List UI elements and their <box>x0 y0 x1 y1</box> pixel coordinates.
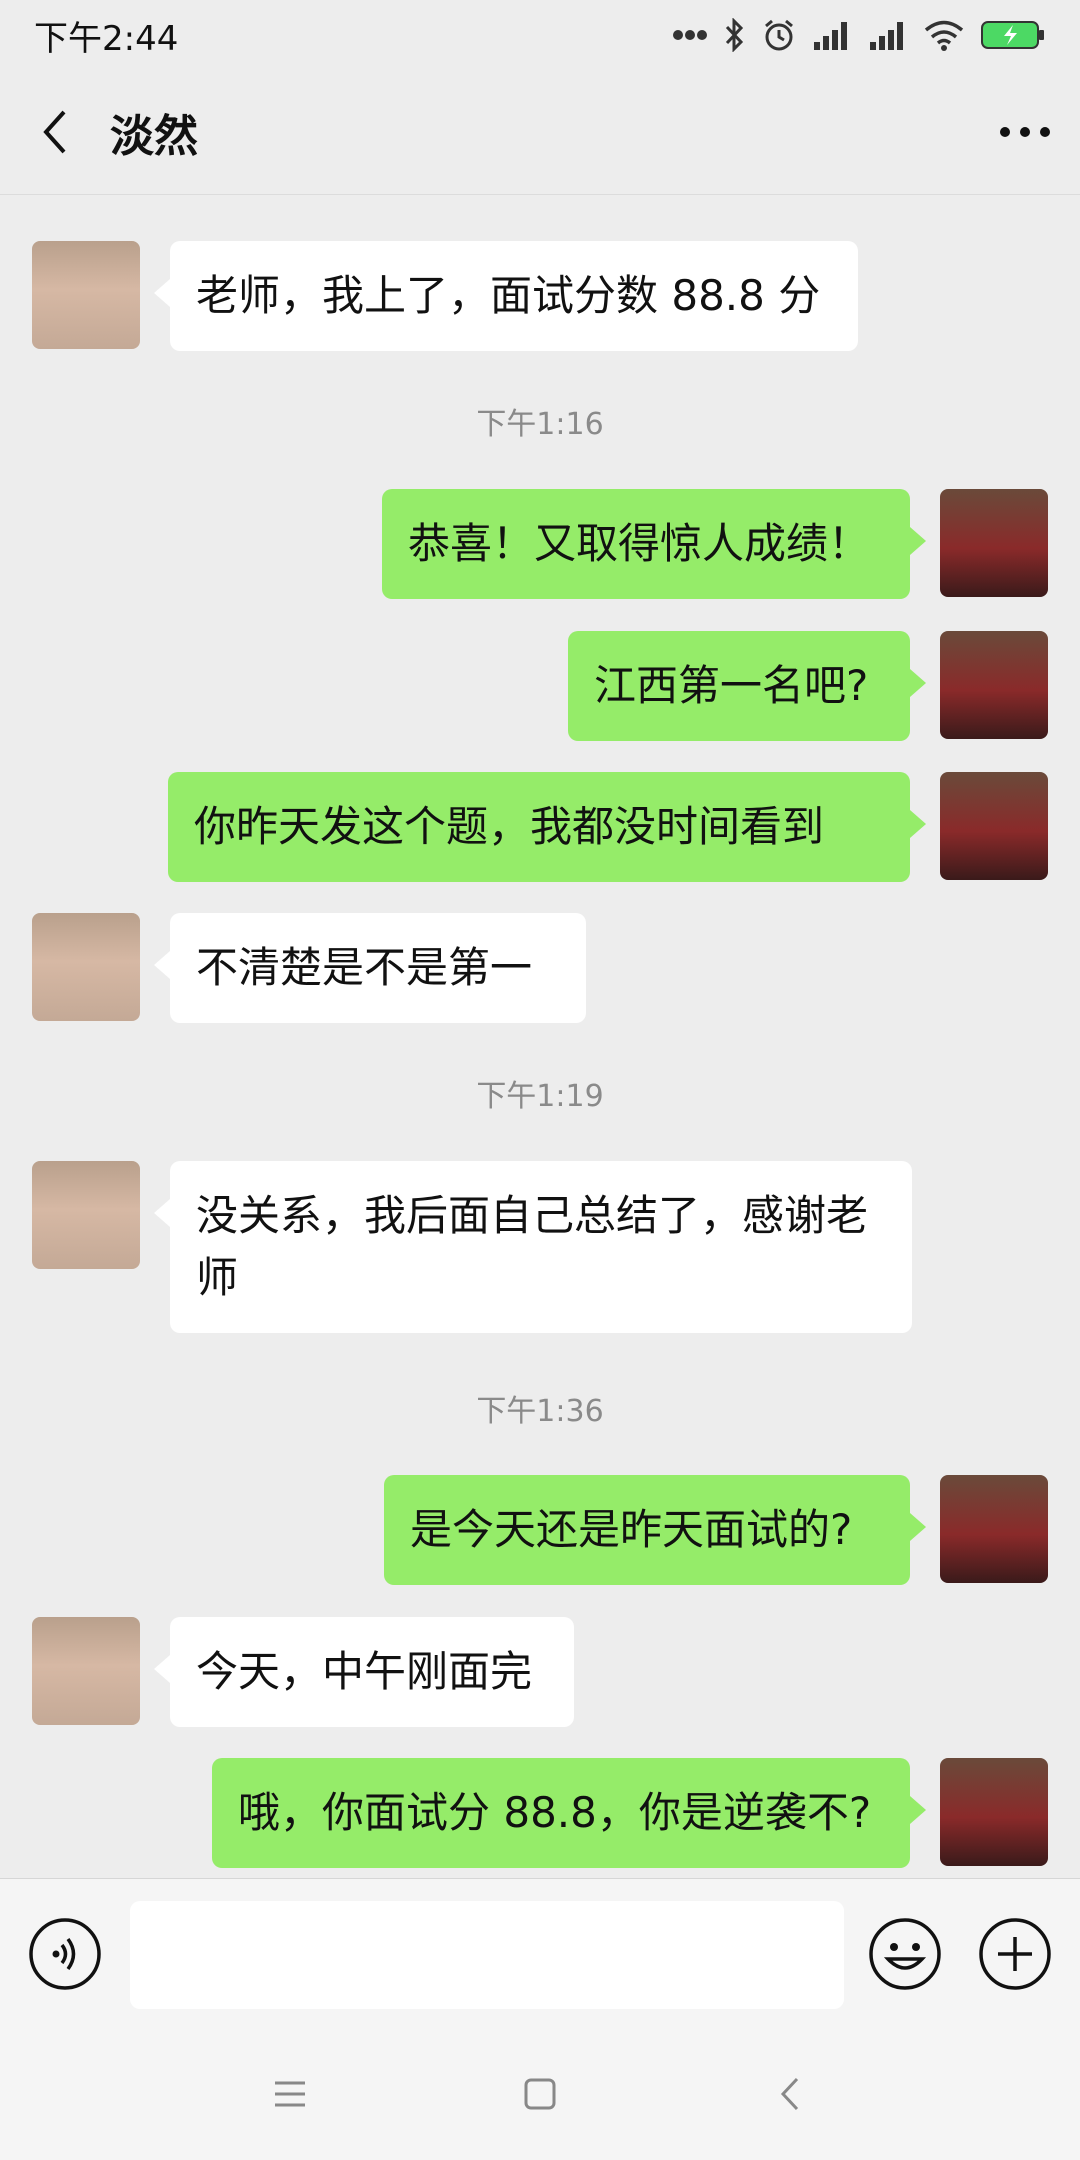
back-chevron-icon <box>780 2077 799 2111</box>
message-input[interactable] <box>130 1901 844 2009</box>
back-button[interactable] <box>0 70 110 195</box>
my-avatar[interactable] <box>940 1758 1048 1866</box>
contact-avatar[interactable] <box>32 1161 140 1269</box>
message-bubble-incoming[interactable]: 没关系，我后面自己总结了，感谢老师 <box>154 1161 912 1333</box>
voice-icon <box>29 1918 101 1990</box>
message-text: 不清楚是不是第一 <box>196 943 533 992</box>
back-arrow-icon <box>43 110 66 154</box>
message-text: 江西第一名吧? <box>594 661 869 710</box>
system-navigation-bar <box>0 2028 1080 2160</box>
wifi-icon <box>924 20 964 51</box>
plus-icon <box>979 1918 1051 1990</box>
battery-icon <box>981 21 1044 49</box>
emoji-button[interactable] <box>868 1917 942 1991</box>
message-timestamp: 下午1:16 <box>476 407 604 442</box>
message-bubble-outgoing[interactable]: 江西第一名吧? <box>568 631 926 741</box>
status-time: 下午2:44 <box>34 18 179 59</box>
message-text: 恭喜！又取得惊人成绩！ <box>408 519 871 568</box>
recent-apps-button[interactable] <box>260 2064 320 2124</box>
my-avatar[interactable] <box>940 489 1048 597</box>
home-square-icon <box>524 2078 556 2110</box>
signal-icon <box>814 22 847 50</box>
my-avatar[interactable] <box>940 631 1048 739</box>
emoji-icon <box>869 1918 941 1990</box>
status-bar: 下午2:44 <box>0 0 1080 70</box>
more-dots-status-icon <box>673 30 707 40</box>
message-text: 是今天还是昨天面试的? <box>410 1505 853 1554</box>
message-text: 今天，中午刚面完 <box>196 1647 533 1696</box>
contact-avatar[interactable] <box>32 241 140 349</box>
status-icons <box>672 18 1046 52</box>
system-back-button[interactable] <box>760 2064 820 2124</box>
menu-icon <box>275 2081 305 2107</box>
message-input-bar <box>0 1878 1080 2029</box>
message-bubble-incoming[interactable]: 老师，我上了，面试分数 88.8 分 <box>154 241 858 351</box>
my-avatar[interactable] <box>940 772 1048 880</box>
message-timestamp: 下午1:36 <box>476 1394 604 1429</box>
chat-message-list[interactable]: 老师，我上了，面试分数 88.8 分 下午1:16 恭喜！又取得惊人成绩！ 江西… <box>0 195 1080 1878</box>
contact-avatar[interactable] <box>32 913 140 1021</box>
message-bubble-outgoing[interactable]: 你昨天发这个题，我都没时间看到 <box>168 772 926 882</box>
message-text: 哦，你面试分 88.8，你是逆袭不? <box>238 1788 872 1837</box>
message-bubble-outgoing[interactable]: 恭喜！又取得惊人成绩！ <box>382 489 926 599</box>
message-text: 老师，我上了，面试分数 88.8 分 <box>196 271 821 320</box>
chat-title: 淡然 <box>110 111 198 162</box>
message-timestamp: 下午1:19 <box>476 1079 604 1114</box>
more-button[interactable] <box>970 70 1080 195</box>
message-bubble-incoming[interactable]: 今天，中午刚面完 <box>154 1617 574 1727</box>
contact-avatar[interactable] <box>32 1617 140 1725</box>
my-avatar[interactable] <box>940 1475 1048 1583</box>
more-dots-icon <box>1000 127 1050 137</box>
more-functions-button[interactable] <box>978 1917 1052 1991</box>
message-bubble-outgoing[interactable]: 哦，你面试分 88.8，你是逆袭不? <box>212 1758 926 1868</box>
alarm-icon <box>765 19 793 51</box>
signal-2-icon <box>870 22 903 50</box>
home-button[interactable] <box>510 2064 570 2124</box>
message-text: 你昨天发这个题，我都没时间看到 <box>194 802 825 851</box>
chat-header: 淡然 <box>0 70 1080 195</box>
voice-button[interactable] <box>28 1917 102 1991</box>
message-bubble-outgoing[interactable]: 是今天还是昨天面试的? <box>384 1475 926 1585</box>
message-bubble-incoming[interactable]: 不清楚是不是第一 <box>154 913 586 1023</box>
message-text: 没关系，我后面自己总结了，感谢老师 <box>196 1191 869 1302</box>
bluetooth-icon <box>725 18 744 52</box>
